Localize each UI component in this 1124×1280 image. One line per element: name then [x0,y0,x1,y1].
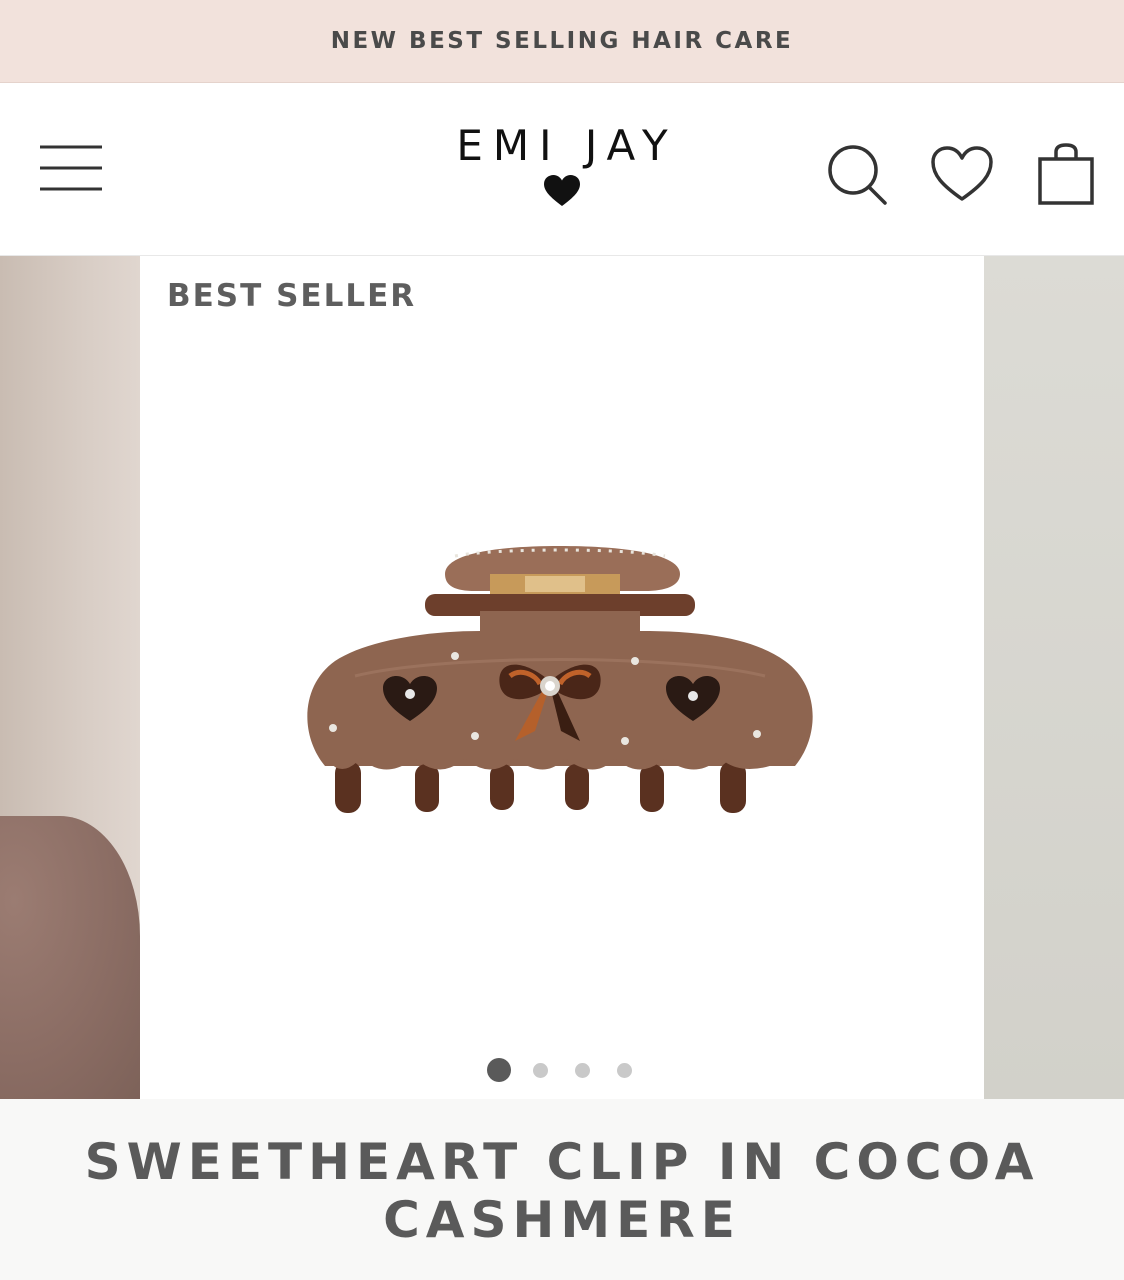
wishlist-button[interactable] [930,145,994,203]
carousel-dot-3[interactable] [575,1062,590,1078]
heart-icon [544,175,580,206]
best-seller-badge: BEST SELLER [167,278,417,314]
site-header: EMI JAY [0,83,1124,256]
hamburger-menu-icon [40,145,102,191]
carousel-dot-4[interactable] [617,1062,632,1078]
next-slide-image[interactable] [984,256,1124,1099]
logo-text: EMI JAY [456,121,678,170]
search-icon [828,145,887,205]
heart-outline-icon [931,146,993,201]
product-title: SWEETHEART CLIP IN COCOA CASHMERE [84,1133,1040,1249]
current-slide[interactable]: BEST SELLER [140,256,984,1099]
announcement-text: NEW BEST SELLING HAIR CARE [330,28,794,54]
carousel-dot-2[interactable] [533,1062,548,1078]
product-image-carousel[interactable]: BEST SELLER [0,256,1124,1099]
product-image-claw-clip [307,546,813,813]
carousel-dot-1[interactable] [487,1058,511,1082]
previous-slide-image[interactable] [0,256,140,1099]
site-logo[interactable]: EMI JAY [412,123,712,213]
search-button[interactable] [826,143,888,205]
carousel-pagination [487,1058,632,1082]
announcement-bar[interactable]: NEW BEST SELLING HAIR CARE [0,0,1124,83]
menu-button[interactable] [40,143,102,193]
cart-button[interactable] [1036,143,1096,207]
product-title-section: SWEETHEART CLIP IN COCOA CASHMERE [0,1099,1124,1280]
shopping-bag-icon [1038,143,1094,205]
model-sweater [0,816,140,1099]
